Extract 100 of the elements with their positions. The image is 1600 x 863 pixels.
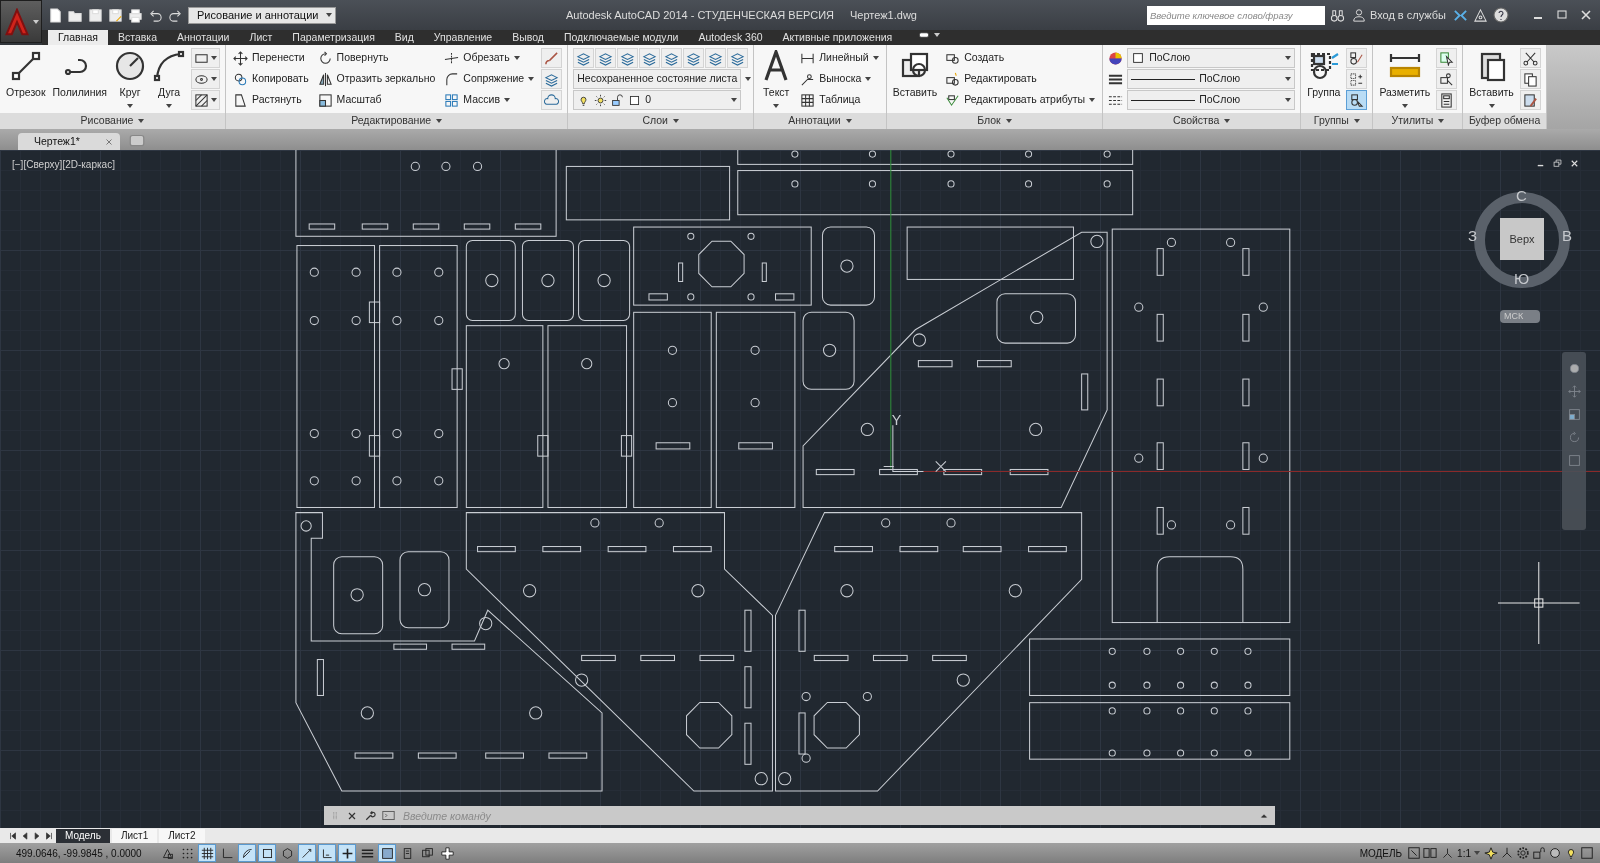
- triangle-icon[interactable]: [1473, 7, 1488, 23]
- new-file-icon[interactable]: [48, 7, 63, 23]
- ribbon-button[interactable]: Перенести: [231, 48, 311, 68]
- ribbon-button[interactable]: Копировать: [231, 69, 311, 89]
- compass-direction[interactable]: С: [1516, 185, 1527, 208]
- compass-direction[interactable]: Ю: [1514, 268, 1530, 291]
- floppy-pencil-icon[interactable]: [108, 7, 123, 23]
- viewports-icon[interactable]: [1423, 846, 1438, 860]
- ribbon-tab[interactable]: Параметризация: [282, 30, 385, 45]
- application-menu-button[interactable]: [0, 0, 42, 43]
- dropdown[interactable]: 0: [573, 90, 742, 110]
- dropdown[interactable]: ПоСлою: [1127, 90, 1296, 110]
- layout-tab[interactable]: Лист2: [159, 828, 205, 843]
- layout-tab[interactable]: Модель: [56, 828, 110, 843]
- tool-button[interactable]: [639, 48, 661, 68]
- ribbon-button[interactable]: Растянуть: [231, 90, 311, 110]
- ribbon-button[interactable]: Круг: [113, 48, 148, 110]
- printer-icon[interactable]: [128, 7, 143, 23]
- close-icon[interactable]: [1569, 158, 1580, 169]
- panel-title[interactable]: Рисование: [0, 113, 226, 129]
- tool-button[interactable]: [1436, 48, 1458, 68]
- tool-button[interactable]: [1346, 48, 1368, 68]
- window-icon[interactable]: [1580, 846, 1594, 860]
- ribbon-button[interactable]: Вставить: [1468, 48, 1515, 110]
- next-icon[interactable]: [32, 830, 42, 841]
- panel-title[interactable]: Редактирование: [226, 113, 568, 129]
- command-input[interactable]: Введите команду: [401, 807, 1253, 824]
- floppy-icon[interactable]: [88, 7, 103, 23]
- ribbon-tab[interactable]: Аннотации: [167, 30, 240, 45]
- document-tab[interactable]: Чертеж1*: [18, 133, 120, 150]
- previous-icon[interactable]: [20, 830, 30, 841]
- ribbon-tab[interactable]: Вставка: [107, 30, 167, 45]
- tool-button[interactable]: [617, 48, 639, 68]
- last-icon[interactable]: [44, 830, 54, 841]
- prompt-icon[interactable]: [382, 809, 395, 822]
- tool-button[interactable]: [191, 48, 221, 68]
- panel-title[interactable]: Свойства: [1103, 113, 1301, 129]
- ribbon-button[interactable]: Массив: [442, 90, 537, 110]
- ribbon-button[interactable]: Вставить: [891, 48, 939, 103]
- ribbon-button[interactable]: Выноска: [798, 69, 881, 89]
- ribbon-button[interactable]: Повернуть: [315, 48, 438, 68]
- ribbon-button[interactable]: Сопряжение: [442, 69, 537, 89]
- tool-button[interactable]: [1436, 69, 1458, 89]
- panel-title[interactable]: Аннотации: [754, 113, 886, 129]
- tool-button[interactable]: [1519, 48, 1541, 68]
- status-toggle[interactable]: [438, 844, 456, 862]
- tool-button[interactable]: [595, 48, 617, 68]
- ribbon-toggle-icon[interactable]: [918, 29, 931, 41]
- status-toggle[interactable]: [318, 844, 336, 862]
- ribbon-button[interactable]: Создать: [943, 48, 1098, 68]
- workspace-lock-icon[interactable]: [1532, 846, 1546, 860]
- ribbon-button[interactable]: Полилиния: [51, 48, 109, 103]
- status-toggle[interactable]: [258, 844, 276, 862]
- status-toggle[interactable]: [378, 844, 396, 862]
- ribbon-tab[interactable]: Управление: [423, 30, 503, 45]
- ribbon-tab[interactable]: Autodesk 360: [688, 30, 773, 45]
- tool-button[interactable]: [541, 69, 563, 89]
- star-sparkle-icon[interactable]: [1484, 846, 1498, 860]
- tool-button[interactable]: [573, 48, 595, 68]
- ribbon-tab[interactable]: Активные приложения: [772, 30, 903, 45]
- panel-title[interactable]: Буфер обмена: [1463, 113, 1546, 129]
- dropdown[interactable]: ПоСлою: [1127, 48, 1296, 68]
- tool-button[interactable]: [727, 48, 749, 68]
- wrench-icon[interactable]: [364, 809, 376, 822]
- layout-tab[interactable]: Лист1: [111, 828, 158, 843]
- workspace-dropdown[interactable]: Рисование и аннотации: [188, 6, 336, 24]
- tool-button[interactable]: [683, 48, 705, 68]
- ribbon-tab[interactable]: Вывод: [502, 30, 554, 45]
- tool-button[interactable]: [705, 48, 727, 68]
- status-toggle[interactable]: [198, 844, 216, 862]
- tool-button[interactable]: [191, 90, 221, 110]
- tool-button[interactable]: [1436, 90, 1458, 110]
- tool-button[interactable]: [1519, 69, 1541, 89]
- ribbon-button[interactable]: Дуга: [152, 48, 187, 110]
- status-toggle[interactable]: [298, 844, 316, 862]
- tool-button[interactable]: [191, 69, 221, 89]
- tool-button[interactable]: [661, 48, 683, 68]
- panel-title[interactable]: Блок: [886, 113, 1103, 129]
- binoculars-icon[interactable]: [1329, 7, 1345, 23]
- ribbon-button[interactable]: Редактировать атрибуты: [943, 90, 1098, 110]
- status-toggle[interactable]: [238, 844, 256, 862]
- panel-title[interactable]: Утилиты: [1373, 113, 1463, 129]
- ribbon-tab[interactable]: Главная: [48, 30, 108, 45]
- ribbon-tab[interactable]: Лист: [239, 30, 283, 45]
- ribbon-button[interactable]: Обрезать: [442, 48, 537, 68]
- compass-direction[interactable]: В: [1562, 225, 1572, 248]
- ribbon-tab[interactable]: Вид: [384, 30, 424, 45]
- tool-button[interactable]: [1346, 90, 1368, 110]
- panel-title[interactable]: Слои: [568, 113, 754, 129]
- ribbon-button[interactable]: Таблица: [798, 90, 881, 110]
- ribbon-button[interactable]: Текст: [759, 48, 794, 110]
- compass-direction[interactable]: З: [1468, 225, 1478, 248]
- viewcube-face[interactable]: Верх: [1500, 218, 1544, 260]
- viewport-controls[interactable]: [−][Сверху][2D-каркас]: [12, 157, 115, 172]
- annotation-scale-button[interactable]: 1:1: [1439, 845, 1482, 861]
- restore-icon[interactable]: [1552, 158, 1563, 169]
- first-icon[interactable]: [8, 830, 18, 841]
- gear-icon[interactable]: [1516, 846, 1530, 860]
- tool-button[interactable]: [541, 48, 563, 68]
- dropdown[interactable]: ПоСлою: [1127, 69, 1296, 89]
